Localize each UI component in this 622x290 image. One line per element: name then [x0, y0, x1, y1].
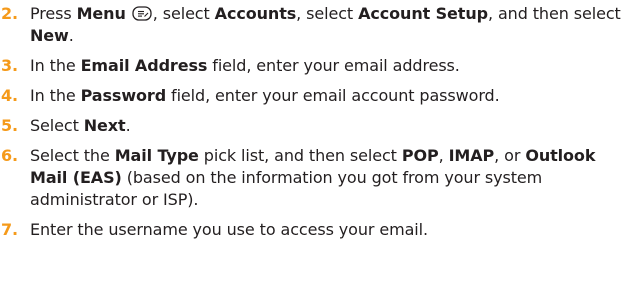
step-text: field, enter your email account password…: [166, 86, 500, 105]
step-text: In the: [30, 56, 81, 75]
step-text: Select the: [30, 146, 115, 165]
step-text: Press: [30, 4, 77, 23]
step-number: 7.: [1, 220, 19, 239]
step-text: Select: [30, 116, 84, 135]
step-text: , select: [152, 4, 215, 23]
step-text: .: [125, 116, 131, 135]
step-number: 5.: [1, 116, 19, 135]
step-3: 3. In the Email Address field, enter you…: [0, 55, 622, 77]
step-text: , or: [494, 146, 526, 165]
new-keyword: New: [30, 26, 69, 45]
next-keyword: Next: [83, 116, 126, 135]
step-6: 6. Select the Mail Type pick list, and t…: [0, 145, 622, 211]
step-text: field, enter your email address.: [207, 56, 460, 75]
step-text: , and then select: [488, 4, 621, 23]
password-keyword: Password: [80, 86, 167, 105]
step-text: , select: [296, 4, 359, 23]
menu-key-icon: [132, 5, 152, 23]
step-number: 3.: [1, 56, 19, 75]
pop-keyword: POP: [401, 146, 439, 165]
step-number: 4.: [1, 86, 19, 105]
step-text: ,: [438, 146, 449, 165]
step-text: In the: [30, 86, 81, 105]
step-number: 2.: [1, 4, 19, 23]
step-number: 6.: [1, 146, 19, 165]
account-setup-keyword: Account Setup: [358, 4, 488, 23]
instruction-page: 2. Press Menu , select Accounts, select …: [0, 0, 622, 290]
step-text: .: [68, 26, 74, 45]
imap-keyword: IMAP: [448, 146, 495, 165]
step-4: 4. In the Password field, enter your ema…: [0, 85, 622, 107]
step-5: 5. Select Next.: [0, 115, 622, 137]
setup-steps-list: 2. Press Menu , select Accounts, select …: [0, 3, 622, 241]
accounts-keyword: Accounts: [214, 4, 297, 23]
step-7: 7. Enter the username you use to access …: [0, 219, 622, 241]
step-text: Enter the username you use to access you…: [30, 220, 428, 239]
step-2: 2. Press Menu , select Accounts, select …: [0, 3, 622, 47]
email-address-keyword: Email Address: [80, 56, 208, 75]
menu-keyword: Menu: [76, 4, 126, 23]
mail-type-keyword: Mail Type: [114, 146, 199, 165]
step-text: pick list, and then select: [198, 146, 402, 165]
